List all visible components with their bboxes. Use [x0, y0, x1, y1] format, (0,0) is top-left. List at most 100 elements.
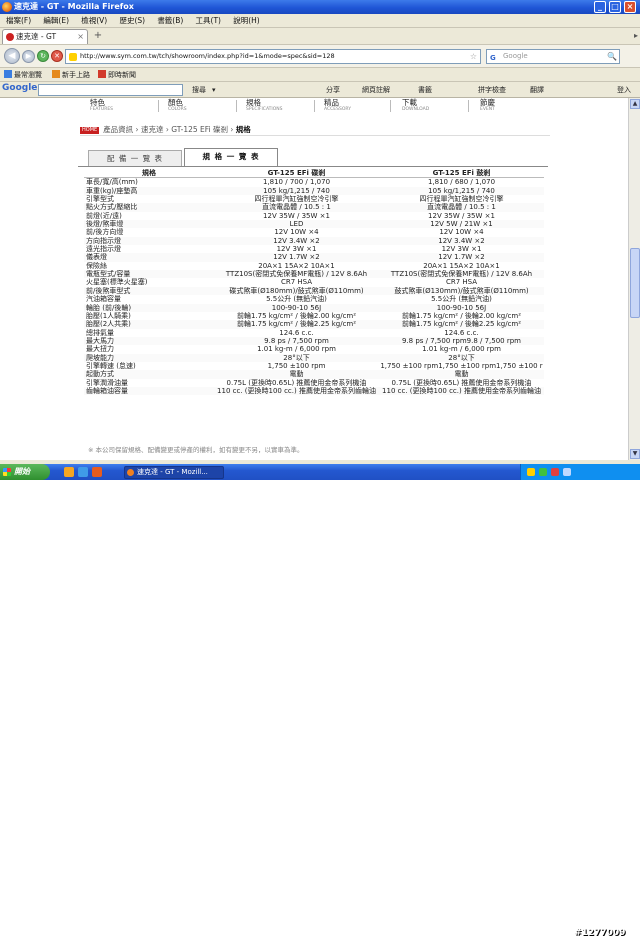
- breadcrumb: HOME 產品資訊 › 速克達 › GT-125 EFi 碟剎 › 規格: [80, 124, 251, 135]
- sign-in-button[interactable]: 登入: [617, 84, 631, 96]
- translate-button[interactable]: 翻譯: [530, 84, 544, 96]
- bookmark-latest-news[interactable]: 即時新聞: [98, 68, 136, 82]
- back-button[interactable]: ◀: [4, 48, 20, 64]
- nav-colors[interactable]: 顏色 COLORS: [168, 98, 228, 113]
- spec-value: 12V 10W ×4: [274, 228, 319, 237]
- bookmarks-bar: 最常瀏覽 新手上路 即時新聞: [0, 68, 640, 82]
- tray-icon[interactable]: [527, 468, 535, 476]
- forward-button[interactable]: ▶: [22, 50, 35, 63]
- url-bar[interactable]: http://www.sym.com.tw/tch/showroom/index…: [65, 49, 481, 64]
- menu-help[interactable]: 說明(H): [233, 14, 260, 28]
- google-toolbar-search-input[interactable]: [38, 84, 183, 96]
- google-dropdown-icon[interactable]: ▾: [212, 84, 216, 96]
- vertical-scrollbar[interactable]: ▲ ▼: [628, 98, 640, 460]
- spec-value: LED: [214, 220, 379, 229]
- spec-label: 保險絲: [86, 261, 107, 270]
- tray-icon[interactable]: [539, 468, 547, 476]
- bookmark-getting-started[interactable]: 新手上路: [52, 68, 90, 82]
- scroll-thumb[interactable]: [630, 248, 640, 318]
- spec-label: 車重(kg)/座墊高: [84, 186, 214, 196]
- new-tab-button[interactable]: +: [92, 30, 104, 42]
- share-button[interactable]: 分享: [326, 84, 340, 96]
- search-input[interactable]: G Google 🔍: [486, 49, 620, 64]
- reload-button[interactable]: ↻: [37, 50, 49, 62]
- spec-row: 爬坡能力 28°以下 28°以下: [84, 353, 544, 362]
- spec-label: 爬坡能力: [84, 353, 214, 362]
- spec-label: 方向指示燈: [84, 236, 214, 246]
- tab-list-icon[interactable]: ▸: [634, 31, 638, 40]
- menu-tools[interactable]: 工具(T): [196, 14, 221, 28]
- spec-value: 5.5公升 (無鉛汽油): [431, 295, 492, 304]
- spec-value: 碟式煞車(Ø180mm)/鼓式煞車(Ø110mm): [214, 286, 379, 296]
- bookmark-most-visited[interactable]: 最常瀏覽: [4, 68, 42, 82]
- menu-history[interactable]: 歷史(S): [119, 14, 145, 28]
- spellcheck-button[interactable]: 拼字檢查: [478, 84, 506, 96]
- spec-value: 12V 3.4W ×2: [214, 236, 379, 246]
- start-label: 開始: [14, 467, 30, 476]
- taskbar-item-firefox[interactable]: 速克達 - GT - Mozill...: [124, 466, 224, 479]
- scroll-down-icon[interactable]: ▼: [630, 449, 640, 459]
- search-icon[interactable]: 🔍: [607, 50, 617, 63]
- home-badge[interactable]: HOME: [80, 127, 100, 134]
- quicklaunch-folder-icon[interactable]: [64, 467, 74, 477]
- nav-specifications[interactable]: 規格 SPECIFICATIONS: [246, 98, 306, 113]
- system-tray: [520, 464, 640, 480]
- spec-value: 1.01 kg-m / 6,000 rpm: [257, 345, 336, 354]
- start-button[interactable]: 開始: [0, 464, 50, 480]
- menu-edit[interactable]: 編輯(E): [43, 14, 69, 28]
- stop-button[interactable]: ✕: [51, 50, 63, 62]
- spec-row: 引擎潤滑油量 0.75L (更換時0.65L) 推薦使用金帝系列機油 0.75L (…: [84, 379, 544, 387]
- watermark-text: #1277009: [574, 928, 626, 938]
- close-button[interactable]: ×: [624, 1, 636, 13]
- tray-icon[interactable]: [563, 468, 571, 476]
- spec-value: 20A×1 15A×2 10A×1: [423, 261, 500, 270]
- nav-divider: [236, 100, 237, 112]
- spec-row: 輪胎 (前/後輪) 100-90-10 56J 100-90-10 56J: [84, 303, 544, 312]
- spec-value: TTZ10S(密閉式免保養MF電瓶) / 12V 8.6Ah: [214, 270, 379, 279]
- spec-row: 引擎轉速 (怠速) 1,750 ±100 rpm 1,750 ±100 rpm1,7…: [84, 362, 544, 370]
- spec-value: 1,810 / 700 / 1,070: [262, 178, 331, 187]
- spec-row: 點火方式/壓縮比 直流電晶體 / 10.5 : 1 直流電晶體 / 10.5 : 1: [84, 203, 544, 212]
- spec-label: 車長/寬/高(mm): [86, 178, 138, 187]
- folder-icon: [52, 70, 60, 78]
- nav-download[interactable]: 下載 DOWNLOAD: [402, 98, 462, 113]
- tab-equipment[interactable]: 配 備 一 覽 表: [88, 150, 182, 166]
- scroll-up-icon[interactable]: ▲: [630, 99, 640, 109]
- spec-table: 規格 GT-125 EFi 碟剎 GT-125 EFi 鼓剎 車長/寬/高(mm…: [84, 169, 544, 396]
- spec-value: 105 kg/1,215 / 740: [379, 186, 544, 196]
- spec-row: 胎壓(2人共乘) 前輪1.75 kg/cm² / 後輪2.25 kg/cm² 前輪1…: [84, 320, 544, 329]
- spec-label: 起動方式: [84, 370, 214, 379]
- tab-specifications[interactable]: 規 格 一 覽 表: [184, 148, 278, 166]
- bookmarks-button[interactable]: 書籤: [418, 84, 432, 96]
- bookmark-star-icon[interactable]: ☆: [470, 50, 477, 63]
- disclaimer-note: ※ 本公司保留規格、配備變更或停產的權利，如有變更不另，以實車為準。: [88, 446, 304, 454]
- firefox-window: 速克達 - GT - Mozilla Firefox _ □ × 檔案(F) 編…: [0, 0, 640, 938]
- quicklaunch-firefox-icon[interactable]: [92, 467, 102, 477]
- spec-value: TTZ10S(密閉式免保養MF電瓶) / 12V 8.6Ah: [379, 270, 544, 279]
- maximize-button[interactable]: □: [609, 1, 621, 13]
- nav-accessory[interactable]: 精品 ACCESSORY: [324, 98, 384, 113]
- menu-view[interactable]: 檢視(V): [81, 14, 107, 28]
- quicklaunch-ie-icon[interactable]: [78, 467, 88, 477]
- spec-value: 12V 3W ×1: [441, 245, 482, 254]
- spec-row: 汽油箱容量 5.5公升 (無鉛汽油) 5.5公升 (無鉛汽油): [84, 295, 544, 303]
- spec-value: 前輪1.75 kg/cm² / 後輪2.25 kg/cm²: [214, 320, 379, 329]
- minimize-button[interactable]: _: [594, 1, 606, 13]
- menu-bookmarks[interactable]: 書籤(B): [157, 14, 183, 28]
- tab-close-icon[interactable]: ×: [77, 30, 84, 44]
- spec-value: 100-90-10 56J: [214, 303, 379, 312]
- google-search-button[interactable]: 搜尋: [192, 84, 206, 96]
- nav-divider: [390, 100, 391, 112]
- sidewiki-button[interactable]: 網頁註解: [362, 84, 390, 96]
- nav-features[interactable]: 特色 FEATURES: [90, 98, 150, 113]
- windows-taskbar: 開始 速克達 - GT - Mozill... #1277009: [0, 464, 640, 938]
- spec-value: 110 cc. (更換時100 cc.) 推薦使用金帝系列齒輪油: [379, 386, 544, 396]
- spec-value: 12V 35W / 35W ×1: [263, 211, 330, 220]
- breadcrumb-path[interactable]: 產品資訊 › 速克達 › GT-125 EFi 碟剎 ›: [103, 125, 236, 134]
- google-engine-icon[interactable]: G: [490, 52, 496, 65]
- tab-gt[interactable]: 速克達 - GT ×: [2, 29, 88, 44]
- page-content: 特色 FEATURES 顏色 COLORS 規格 SPECIFICATIONS 精品 A…: [0, 98, 628, 460]
- nav-event[interactable]: 節慶 EVENT: [480, 98, 540, 113]
- menu-file[interactable]: 檔案(F): [6, 14, 31, 28]
- tray-icon[interactable]: [551, 468, 559, 476]
